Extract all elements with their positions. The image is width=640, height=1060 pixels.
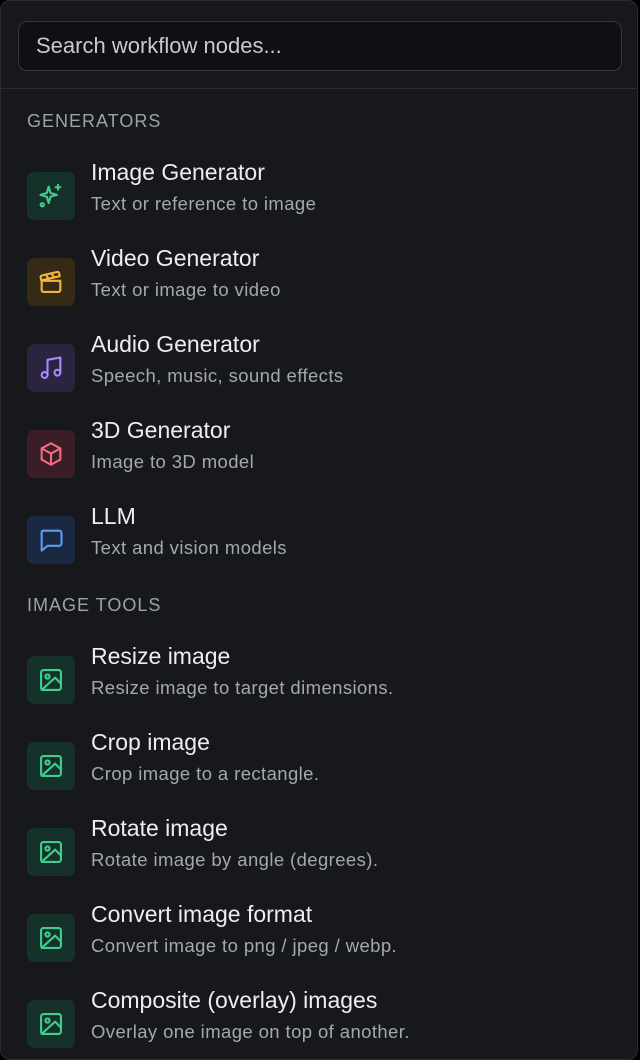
image-icon [27,828,75,876]
image-icon [27,1000,75,1048]
node-item-composite-images[interactable]: Composite (overlay) images Overlay one i… [25,987,625,1059]
sparkles-icon [27,172,75,220]
section-title-image-tools: IMAGE TOOLS [27,595,162,615]
chat-bubble-icon [27,516,75,564]
node-title: Resize image [91,643,231,669]
node-title: Rotate image [91,815,228,841]
node-description: Convert image to png / jpeg / webp. [91,935,398,956]
node-title: LLM [91,503,136,529]
image-icon [27,914,75,962]
node-item-rotate-image[interactable]: Rotate image Rotate image by angle (degr… [25,815,625,891]
node-title: Video Generator [91,245,260,271]
node-item-image-generator[interactable]: Image Generator Text or reference to ima… [25,159,625,235]
node-description: Rotate image by angle (degrees). [91,849,379,870]
node-description: Text and vision models [91,537,287,558]
node-title: 3D Generator [91,417,231,443]
image-icon [27,742,75,790]
node-item-resize-image[interactable]: Resize image Resize image to target dime… [25,643,625,719]
node-title: Crop image [91,729,210,755]
node-item-crop-image[interactable]: Crop image Crop image to a rectangle. [25,729,625,805]
node-item-convert-image-format[interactable]: Convert image format Convert image to pn… [25,901,625,977]
node-item-video-generator[interactable]: Video Generator Text or image to video [25,245,625,321]
node-item-3d-generator[interactable]: 3D Generator Image to 3D model [25,417,625,493]
image-icon [27,656,75,704]
node-description: Speech, music, sound effects [91,365,344,386]
clapperboard-icon [27,258,75,306]
cube-icon [27,430,75,478]
search-bar [1,1,637,89]
node-title: Audio Generator [91,331,260,357]
node-item-llm[interactable]: LLM Text and vision models [25,503,625,579]
node-description: Text or image to video [91,279,281,300]
node-picker-panel: GENERATORS Image Generator Text or refer… [0,0,638,1060]
node-description: Text or reference to image [91,193,317,214]
search-input[interactable] [18,21,622,71]
node-item-audio-generator[interactable]: Audio Generator Speech, music, sound eff… [25,331,625,407]
music-note-icon [27,344,75,392]
node-title: Image Generator [91,159,265,185]
node-description: Resize image to target dimensions. [91,677,394,698]
section-title-generators: GENERATORS [27,111,162,131]
node-title: Composite (overlay) images [91,987,378,1013]
node-title: Convert image format [91,901,313,927]
node-description: Crop image to a rectangle. [91,763,320,784]
node-description: Image to 3D model [91,451,255,472]
